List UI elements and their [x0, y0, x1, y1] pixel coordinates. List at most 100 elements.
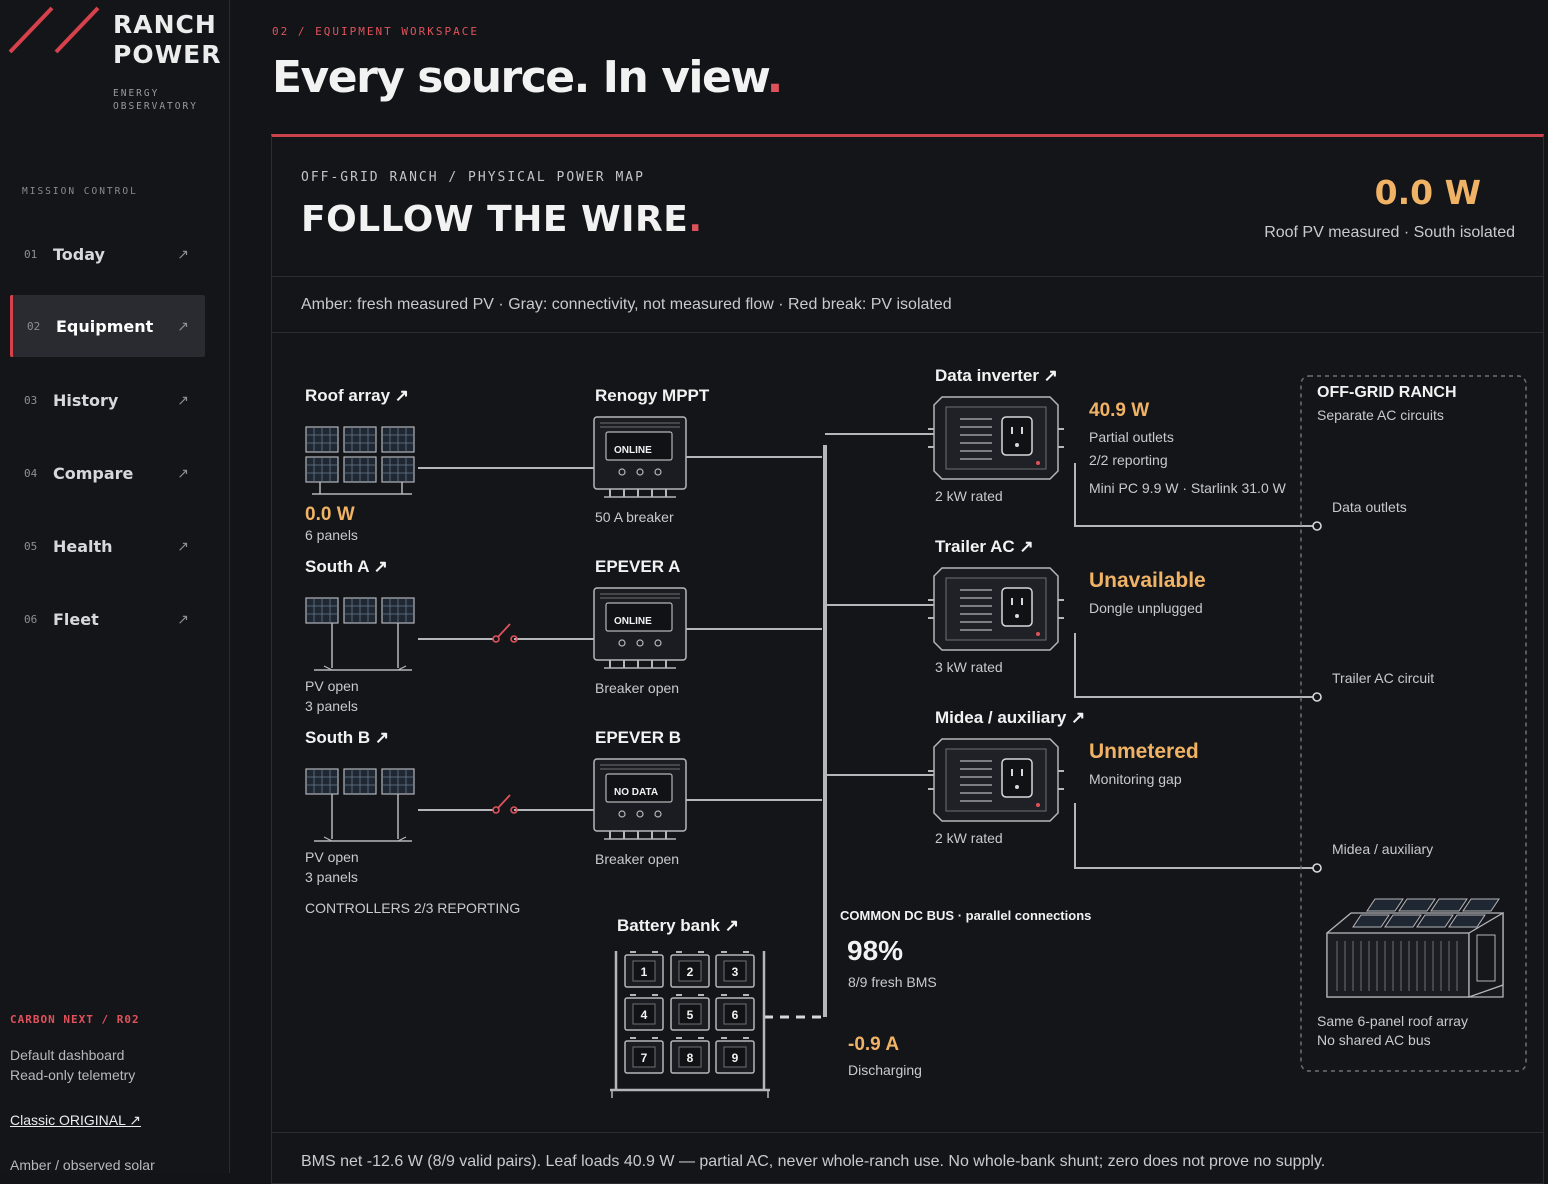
wire-legend-text: Amber: fresh measured PV · Gray: connect… — [301, 296, 952, 313]
midea-auxiliary-inverter-icon — [927, 738, 1065, 822]
data-inverter-title[interactable]: Data inverter ↗ — [935, 366, 1058, 385]
epever-a-title: EPEVER A — [595, 557, 680, 576]
breadcrumb: 02 / EQUIPMENT WORKSPACE — [272, 25, 479, 38]
renogy-screen: ONLINE — [614, 445, 652, 456]
roof-array-title[interactable]: Roof array ↗ — [305, 386, 409, 405]
battery-cell-label: 8 — [687, 1051, 694, 1065]
battery-cell-label: 7 — [641, 1051, 648, 1065]
circuit-node-icon — [1312, 692, 1322, 702]
battery-cell-label: 9 — [732, 1051, 739, 1065]
circuit-node-icon — [1312, 863, 1322, 873]
page-title-dot: . — [766, 52, 784, 103]
common-dc-bus-label: COMMON DC BUS · parallel connections — [840, 908, 1091, 923]
epever-a-controller-icon — [593, 587, 687, 669]
arrow-up-right-icon: ↗ — [177, 610, 189, 627]
south-b-panels: 3 panels — [305, 869, 358, 885]
south-a-title[interactable]: South A ↗ — [305, 557, 388, 576]
nav-item-compare[interactable]: 04 Compare ↗ — [10, 442, 205, 504]
power-map-diagram: Roof array ↗ 0.0 W 6 panels South A ↗ PV… — [305, 366, 1527, 1098]
midea-auxiliary-title[interactable]: Midea / auxiliary ↗ — [935, 708, 1085, 727]
battery-soc-caption: 8/9 fresh BMS — [848, 974, 937, 990]
breaker-open-icon — [492, 623, 518, 643]
brand-line-1: RANCH — [113, 10, 217, 39]
nav-item-number: 02 — [27, 319, 41, 333]
ranch-note-roof: Same 6-panel roof array — [1317, 1013, 1468, 1029]
nav-item-number: 01 — [24, 247, 38, 261]
nav-item-health[interactable]: 05 Health ↗ — [10, 515, 205, 577]
nav-item-number: 05 — [24, 539, 38, 553]
brand-subtitle: ENERGY OBSERVATORY — [113, 87, 198, 113]
build-tag: CARBON NEXT / R02 — [10, 1013, 140, 1026]
data-inverter-line1: Partial outlets — [1089, 429, 1174, 445]
nav-item-history[interactable]: 03 History ↗ — [10, 369, 205, 431]
epever-b-title: EPEVER B — [595, 728, 681, 747]
arrow-up-right-icon: ↗ — [177, 391, 189, 408]
renogy-caption: 50 A breaker — [595, 509, 674, 525]
battery-bank-title[interactable]: Battery bank ↗ — [617, 916, 739, 935]
trailer-ac-inverter-icon — [927, 567, 1065, 651]
epever-a-caption: Breaker open — [595, 680, 679, 696]
battery-cell-label: 2 — [687, 965, 694, 979]
arrow-up-right-icon: ↗ — [177, 245, 189, 262]
data-inverter-line3: Mini PC 9.9 W · Starlink 31.0 W — [1089, 480, 1287, 496]
brand-sub-line-1: ENERGY — [113, 88, 160, 99]
data-inverter-status: 40.9 W — [1089, 400, 1149, 421]
south-a-panels: 3 panels — [305, 698, 358, 714]
roof-array-panels: 6 panels — [305, 527, 358, 543]
controllers-summary: CONTROLLERS 2/3 REPORTING — [305, 900, 520, 916]
battery-cell-label: 6 — [732, 1008, 739, 1022]
trailer-ac-status: Unavailable — [1089, 569, 1206, 592]
ranch-title: OFF-GRID RANCH — [1317, 384, 1457, 401]
epever-b-controller-icon — [593, 758, 687, 840]
battery-soc: 98% — [847, 935, 903, 966]
circuit-node-icon — [1312, 521, 1322, 531]
circuit-label-trailer: Trailer AC circuit — [1332, 670, 1434, 686]
power-map-eyebrow: OFF-GRID RANCH / PHYSICAL POWER MAP — [301, 170, 645, 185]
arrow-up-right-icon: ↗ — [177, 317, 189, 334]
data-inverter-icon — [927, 396, 1065, 480]
circuit-label-midea: Midea / auxiliary — [1332, 841, 1433, 857]
power-map-footer: BMS net -12.6 W (8/9 valid pairs). Leaf … — [272, 1132, 1543, 1170]
sidebar-note: Read-only telemetry — [10, 1067, 136, 1083]
nav-item-label: History — [53, 390, 119, 410]
epever-a-screen: ONLINE — [614, 616, 652, 627]
main-content: 02 / EQUIPMENT WORKSPACE Every source. I… — [230, 0, 1548, 1184]
classic-original-link[interactable]: Classic ORIGINAL ↗ — [10, 1112, 141, 1129]
power-map-title-dot: . — [688, 199, 703, 240]
renogy-mppt-controller-icon — [593, 416, 687, 498]
roof-array-solar-icon — [305, 426, 415, 495]
epever-b-caption: Breaker open — [595, 851, 679, 867]
battery-cell-label: 3 — [732, 965, 739, 979]
midea-auxiliary-status: Unmetered — [1089, 740, 1199, 763]
nav-item-number: 03 — [24, 393, 38, 407]
nav-item-label: Equipment — [56, 316, 154, 336]
battery-current-caption: Discharging — [848, 1062, 922, 1078]
nav-item-label: Today — [53, 244, 105, 264]
bms-summary: BMS net -12.6 W (8/9 valid pairs). Leaf … — [301, 1153, 1326, 1170]
trailer-ac-rating: 3 kW rated — [935, 659, 1003, 675]
page-title-text: Every source. In view — [272, 52, 768, 103]
south-b-title[interactable]: South B ↗ — [305, 728, 389, 747]
sidebar-note: Default dashboard — [10, 1047, 125, 1063]
battery-current: -0.9 A — [848, 1034, 899, 1055]
trailer-ac-title[interactable]: Trailer AC ↗ — [935, 537, 1034, 556]
nav-item-fleet[interactable]: 06 Fleet ↗ — [10, 588, 205, 650]
nav-item-number: 04 — [24, 466, 38, 480]
wire-legend: Amber: fresh measured PV · Gray: connect… — [272, 277, 1543, 333]
nav-section-title: MISSION CONTROL — [22, 186, 138, 197]
sidebar: RANCH POWER ENERGY OBSERVATORY MISSION C… — [0, 0, 230, 1173]
battery-cell-label: 1 — [641, 965, 648, 979]
page-title: Every source. In view. — [272, 52, 784, 103]
ranch-note-bus: No shared AC bus — [1317, 1032, 1431, 1048]
epever-b-screen: NO DATA — [614, 787, 658, 798]
nav-item-today[interactable]: 01 Today ↗ — [10, 223, 205, 285]
roof-pv-kpi-caption: Roof PV measured · South isolated — [1264, 224, 1515, 241]
roof-array-power: 0.0 W — [305, 504, 355, 525]
arrow-up-right-icon: ↗ — [177, 464, 189, 481]
power-map-panel: OFF-GRID RANCH / PHYSICAL POWER MAP FOLL… — [271, 134, 1544, 1184]
ranch-power-logo — [8, 6, 100, 54]
nav-item-equipment[interactable]: 02 Equipment ↗ — [10, 295, 205, 357]
power-map-header: OFF-GRID RANCH / PHYSICAL POWER MAP FOLL… — [272, 137, 1543, 277]
container-house-icon — [1326, 898, 1504, 998]
renogy-mppt-title: Renogy MPPT — [595, 386, 710, 405]
